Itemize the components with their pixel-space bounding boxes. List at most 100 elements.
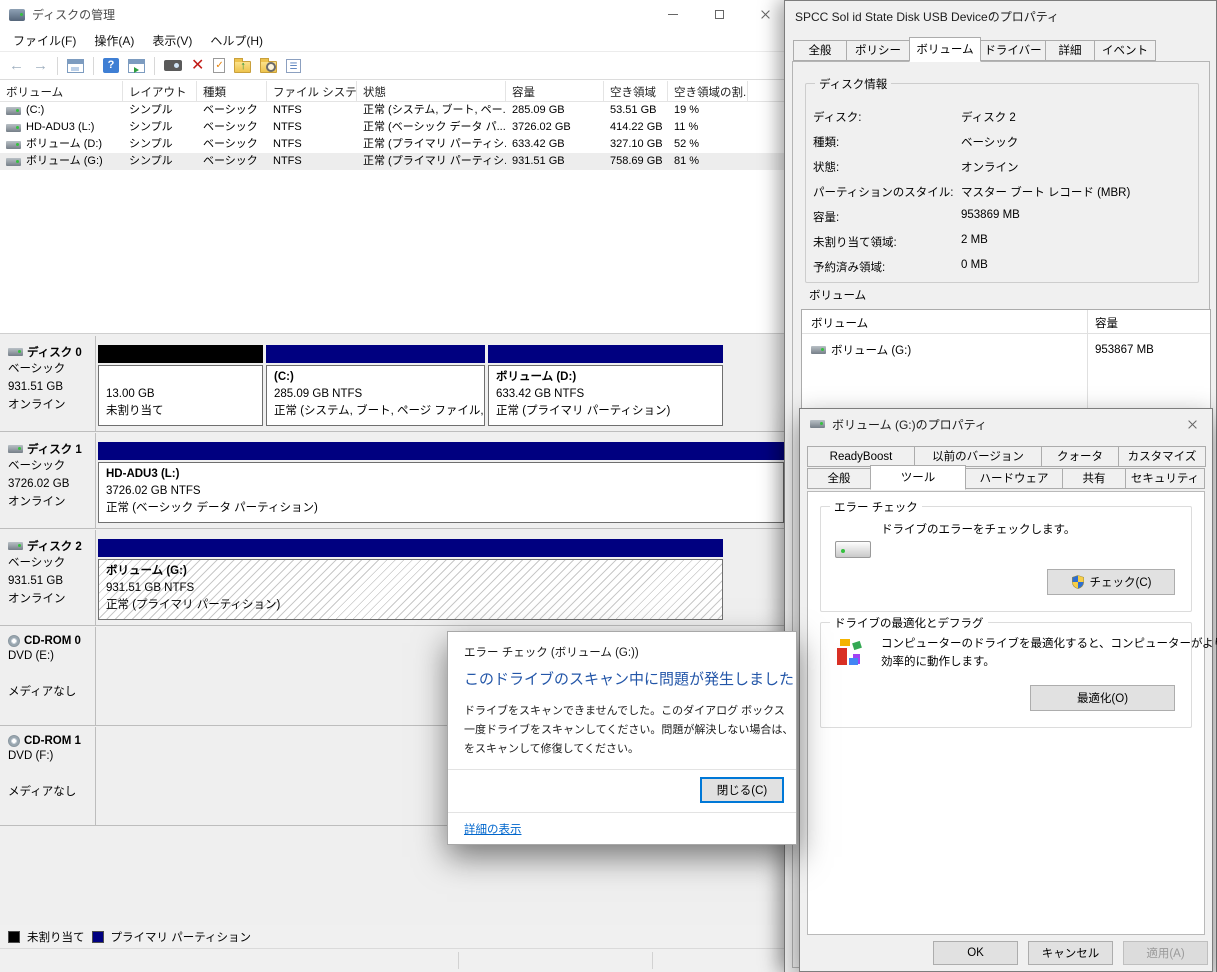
tab-tools[interactable]: ツール <box>870 465 966 490</box>
status-bar <box>0 948 788 972</box>
delete-volume-icon[interactable]: ✕ <box>191 58 204 74</box>
cell-free: 327.10 GB <box>604 136 668 153</box>
close-button-label: 閉じる(C) <box>717 782 767 798</box>
col-status[interactable]: 状態 <box>357 81 506 101</box>
status-divider <box>458 952 459 969</box>
cell-layout: シンプル <box>123 153 197 170</box>
show-details-link[interactable]: 詳細の表示 <box>464 821 522 837</box>
check-disk-icon[interactable] <box>213 58 225 73</box>
help-icon[interactable]: ? <box>103 58 119 73</box>
partition-c[interactable]: (C:) 285.09 GB NTFS 正常 (システム, ブート, ページ フ… <box>266 345 485 426</box>
tab-previous-versions[interactable]: 以前のバージョン <box>914 446 1042 467</box>
col-free[interactable]: 空き領域 <box>604 81 668 101</box>
forward-icon[interactable]: → <box>33 58 48 73</box>
disk-2-panel[interactable]: ディスク 2 ベーシック 931.51 GB オンライン <box>2 530 96 625</box>
explore-folder-icon[interactable] <box>260 61 277 73</box>
open-folder-icon[interactable] <box>234 61 251 73</box>
field-label-status: 状態: <box>813 159 839 175</box>
separator <box>448 769 796 770</box>
disk-1-panel[interactable]: ディスク 1 ベーシック 3726.02 GB オンライン <box>2 433 96 528</box>
table-row-selected[interactable]: ボリューム (G:) シンプル ベーシック NTFS 正常 (プライマリ パーテ… <box>0 153 788 170</box>
field-value-reserved: 0 MB <box>961 259 988 271</box>
table-row[interactable]: ボリューム (D:) シンプル ベーシック NTFS 正常 (プライマリ パーテ… <box>0 136 788 153</box>
disk-size: 3726.02 GB <box>8 475 95 493</box>
error-dialog-title: エラー チェック (ボリューム (G:)) <box>464 644 639 660</box>
disk-size: 931.51 GB <box>8 572 95 590</box>
optimize-button[interactable]: 最適化(O) <box>1030 685 1175 711</box>
table-row[interactable]: HD-ADU3 (L:) シンプル ベーシック NTFS 正常 (ベーシック デ… <box>0 119 788 136</box>
cancel-button[interactable]: キャンセル <box>1028 941 1113 965</box>
close-icon[interactable] <box>1187 419 1198 430</box>
tab-quota[interactable]: クォータ <box>1041 446 1119 467</box>
field-label-capacity: 容量: <box>813 209 839 225</box>
menu-view[interactable]: 表示(V) <box>143 29 201 52</box>
volume-capacity: 953867 MB <box>1095 344 1154 356</box>
cdrom-0-panel[interactable]: CD-ROM 0 DVD (E:) メディアなし <box>2 627 96 725</box>
partition-d[interactable]: ボリューム (D:) 633.42 GB NTFS 正常 (プライマリ パーティ… <box>488 345 723 426</box>
disk-type: ベーシック <box>8 554 95 572</box>
close-button[interactable] <box>742 0 788 29</box>
tab-hardware[interactable]: ハードウェア <box>965 468 1063 489</box>
col-type[interactable]: 種類 <box>197 81 267 101</box>
maximize-button[interactable] <box>696 0 742 29</box>
properties-list-icon[interactable] <box>286 59 301 73</box>
partition-l[interactable]: HD-ADU3 (L:) 3726.02 GB NTFS 正常 (ベーシック デ… <box>98 442 784 523</box>
cell-type: ベーシック <box>197 153 267 170</box>
minimize-button[interactable] <box>650 0 696 29</box>
back-icon[interactable]: ← <box>9 58 24 73</box>
tab-customize[interactable]: カスタマイズ <box>1118 446 1206 467</box>
volume-list-row[interactable]: ボリューム (G:) <box>811 342 911 358</box>
show-console-tree-icon[interactable] <box>128 59 145 73</box>
cdrom-media: メディアなし <box>8 783 95 801</box>
col-filesystem[interactable]: ファイル システム <box>267 81 357 101</box>
tabs-front-row: 全般 ツール ハードウェア 共有 セキュリティ <box>807 468 1204 490</box>
disk-0-panel[interactable]: ディスク 0 ベーシック 931.51 GB オンライン <box>2 336 96 431</box>
groupbox-label: ディスク情報 <box>815 76 891 92</box>
col-layout[interactable]: レイアウト <box>123 81 197 101</box>
menu-action[interactable]: 操作(A) <box>85 29 143 52</box>
console-window-icon[interactable] <box>67 59 84 73</box>
close-dialog-button[interactable]: 閉じる(C) <box>700 777 784 803</box>
tab-driver[interactable]: ドライバー <box>980 40 1046 61</box>
menu-file[interactable]: ファイル(F) <box>4 29 85 52</box>
check-button[interactable]: チェック(C) <box>1047 569 1175 595</box>
body-line: 一度ドライブをスキャンしてください。問題が解決しない場合は、ドライブ <box>464 721 786 740</box>
rescan-disks-icon[interactable] <box>164 60 182 71</box>
tab-security[interactable]: セキュリティ <box>1125 468 1205 489</box>
partition-status: 正常 (ベーシック データ パーティション) <box>106 500 776 517</box>
tab-events[interactable]: イベント <box>1094 40 1156 61</box>
menu-help[interactable]: ヘルプ(H) <box>201 29 272 52</box>
apply-button[interactable]: 適用(A) <box>1123 941 1208 965</box>
partition-size: 13.00 GB <box>106 386 255 403</box>
drive-icon <box>810 420 825 428</box>
tab-sharing[interactable]: 共有 <box>1062 468 1126 489</box>
col-volume[interactable]: ボリューム <box>0 81 123 101</box>
field-label-unallocated: 未割り当て領域: <box>813 234 897 250</box>
table-row[interactable]: (C:) シンプル ベーシック NTFS 正常 (システム, ブート, ペー..… <box>0 102 788 119</box>
volume-name: HD-ADU3 (L:) <box>26 119 94 136</box>
partition-bar-unallocated <box>98 345 263 363</box>
cell-status: 正常 (プライマリ パーティシ... <box>357 153 506 170</box>
tab-general[interactable]: 全般 <box>793 40 847 61</box>
cdrom-name: CD-ROM 0 <box>24 635 81 647</box>
ok-button[interactable]: OK <box>933 941 1018 965</box>
cell-free-pct: 11 % <box>668 119 748 136</box>
col-volume[interactable]: ボリューム <box>811 315 868 331</box>
partition-unallocated[interactable]: 13.00 GB 未割り当て <box>98 345 263 426</box>
tab-policies[interactable]: ポリシー <box>846 40 910 61</box>
disk-name: ディスク 0 <box>27 344 82 360</box>
tab-volumes[interactable]: ボリューム <box>909 37 981 62</box>
partition-status: 正常 (プライマリ パーティション) <box>106 597 715 614</box>
disk-status: オンライン <box>8 493 95 511</box>
volume-properties-dialog: ボリューム (G:)のプロパティ ReadyBoost 以前のバージョン クォー… <box>799 408 1213 972</box>
disk-type: ベーシック <box>8 457 95 475</box>
partition-g-selected[interactable]: ボリューム (G:) 931.51 GB NTFS 正常 (プライマリ パーティ… <box>98 539 723 620</box>
tab-general[interactable]: 全般 <box>807 468 871 489</box>
col-capacity[interactable]: 容量 <box>506 81 604 101</box>
tab-details[interactable]: 詳細 <box>1045 40 1095 61</box>
tab-readyboost[interactable]: ReadyBoost <box>807 446 915 467</box>
col-free-pct[interactable]: 空き領域の割... <box>668 81 748 101</box>
col-capacity[interactable]: 容量 <box>1095 315 1118 331</box>
cdrom-1-panel[interactable]: CD-ROM 1 DVD (F:) メディアなし <box>2 727 96 825</box>
legend-primary-label: プライマリ パーティション <box>111 929 252 945</box>
